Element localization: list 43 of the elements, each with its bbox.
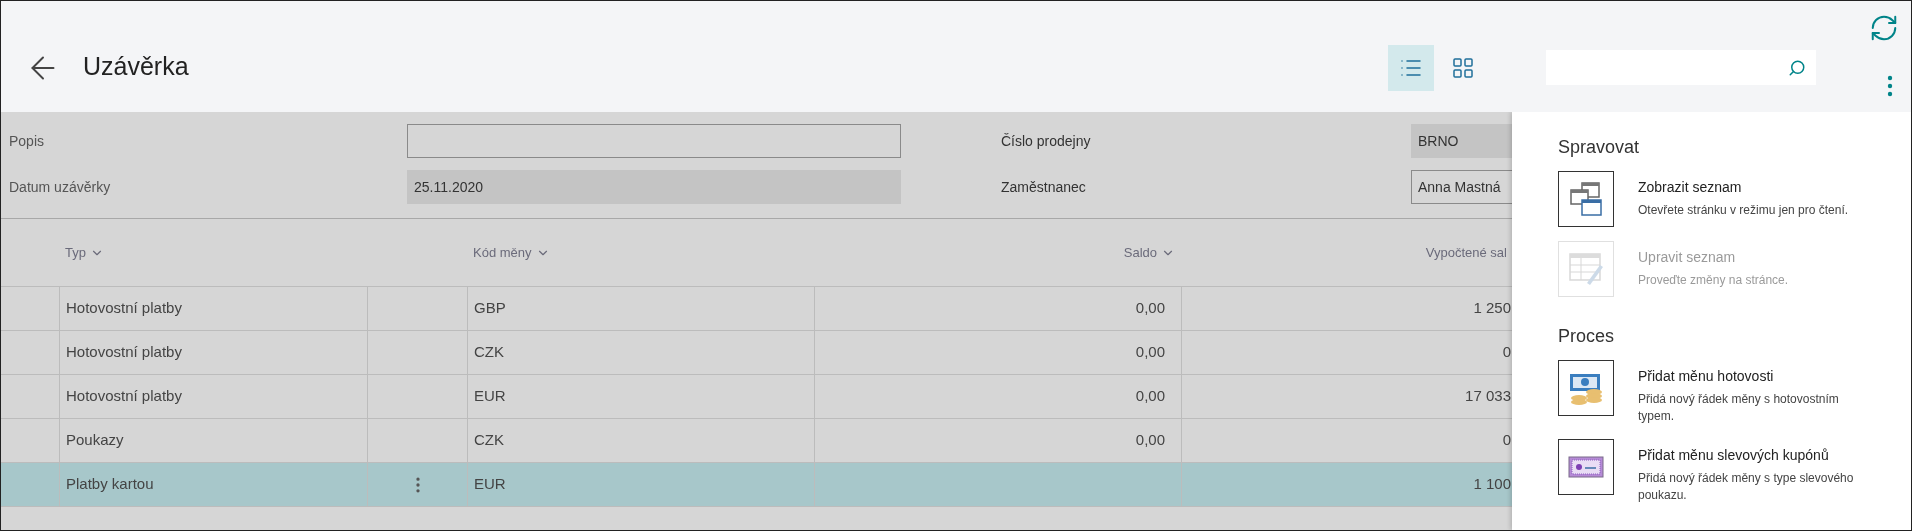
field-label: Číslo prodejny [1001, 131, 1092, 151]
menu-action[interactable]: Přidat měnu hotovosti Přidá nový řádek měny s hotovostním typem. [1558, 360, 1911, 425]
more-icon [1887, 75, 1893, 97]
column-header[interactable]: Vypočtené sal [1425, 242, 1507, 263]
windows-icon [1570, 182, 1602, 216]
column-header[interactable]: Saldo [1123, 242, 1175, 263]
table-cell: Platby kartou [59, 463, 367, 506]
action-description: Přidá nový řádek měny s hotovostním typem. [1638, 391, 1840, 425]
refresh-icon [1869, 13, 1899, 43]
action-title: Přidat měnu hotovosti [1638, 367, 1775, 386]
table-row[interactable]: Hotovostní platby CZK 0,00 0 [1, 330, 1512, 374]
page-title: Uzávěrka [83, 50, 189, 82]
table-cell: EUR [467, 463, 814, 506]
input-field[interactable]: Anna Mastná [1411, 170, 1512, 204]
read-only-field[interactable]: BRNO [1411, 124, 1512, 158]
search-field[interactable] [1546, 50, 1816, 85]
action-title: Upravit seznam [1638, 248, 1737, 267]
column-header[interactable]: Typ [65, 242, 104, 263]
table-row[interactable]: Poukazy CZK 0,00 0 [1, 418, 1512, 462]
action-description: Přidá nový řádek měny s type slevového poukazu. [1638, 470, 1855, 504]
table-row[interactable]: Platby kartou EUR 1 100 [1, 462, 1512, 506]
table-row[interactable]: Hotovostní platby EUR 0,00 17 033 [1, 374, 1512, 418]
action-title: Přidat měnu slevových kupónů [1638, 446, 1830, 465]
action-description: Proveďte změny na stránce. [1638, 272, 1790, 289]
column-header[interactable]: Kód měny [473, 242, 550, 263]
field-label: Datum uzávěrky [8, 177, 112, 197]
tile-view-icon [1451, 55, 1475, 80]
table-row[interactable]: Hotovostní platby GBP 0,00 1 250 [1, 286, 1512, 330]
menu-action[interactable]: Přidat měnu slevových kupónů Přidá nový řádek měny s type slevového poukazu. [1558, 439, 1911, 504]
field-label: Zaměstnanec [1001, 177, 1087, 197]
search-icon [1788, 58, 1806, 77]
table-pencil-icon [1569, 253, 1603, 285]
field-label: Popis [8, 131, 46, 151]
input-field[interactable] [407, 124, 901, 158]
section-title: Proces [1558, 325, 1616, 348]
action-description: Otevřete stránku v režimu jen pro čtení. [1638, 202, 1850, 219]
section-title: Spravovat [1558, 136, 1641, 159]
cash-coins-icon [1569, 371, 1603, 405]
action-title: Zobrazit seznam [1638, 178, 1743, 197]
read-only-field[interactable]: 25.11.2020 [407, 170, 901, 204]
view-toggle[interactable] [1388, 44, 1434, 91]
menu-action[interactable]: Zobrazit seznam Otevřete stránku v režimu jen pro čtení. [1558, 171, 1911, 227]
coupon-icon [1568, 456, 1604, 478]
